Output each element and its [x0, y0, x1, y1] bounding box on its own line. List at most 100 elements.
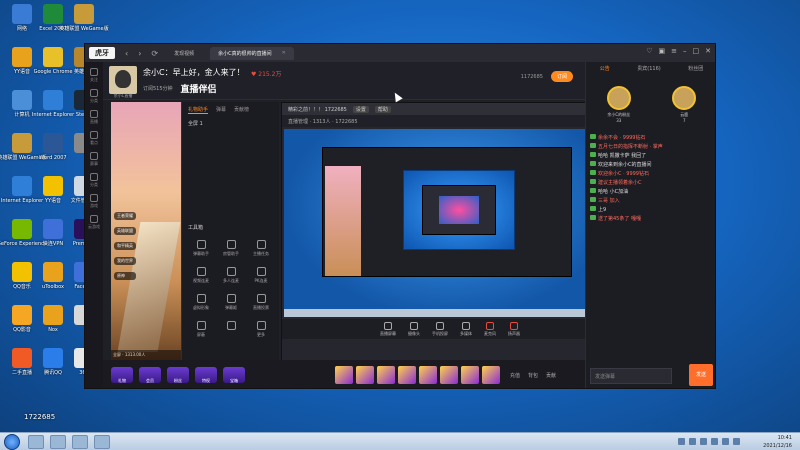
assist-tab[interactable]: 礼物助手	[188, 106, 209, 114]
nested-tool[interactable]: 麦克风	[484, 321, 496, 337]
clock[interactable]: 10:41 2021/12/16	[763, 434, 792, 450]
desktop-icon-image	[43, 176, 63, 196]
desktop-icon-label: QQ音乐	[13, 284, 31, 290]
tab-close-icon[interactable]: ✕	[282, 50, 286, 56]
send-button[interactable]: 发送	[689, 364, 713, 386]
chat-input[interactable]: 发送弹幕	[590, 368, 672, 384]
menu-icon[interactable]: ≡	[671, 47, 677, 55]
tray-icon[interactable]	[689, 438, 696, 445]
video-chip[interactable]: 和平精英	[114, 242, 136, 250]
tool-item[interactable]: 弹幕助手	[186, 240, 216, 257]
video-chip[interactable]: 我的世界	[114, 257, 136, 265]
tool-item[interactable]: 多人连麦	[216, 267, 246, 284]
left-nav-item[interactable]: 关注	[90, 68, 98, 83]
task-icon[interactable]	[50, 435, 66, 449]
nested-tag-settings[interactable]: 设置	[352, 105, 369, 113]
desktop-icon-label: YY语音	[44, 198, 62, 204]
chat-message: 送了第45条了 嘎嘎	[590, 215, 713, 224]
gift-meta-item[interactable]: 贡献	[546, 372, 556, 379]
desktop-icon[interactable]: 英雄联盟 WeGame版	[59, 4, 109, 44]
video-chip[interactable]: 原神	[114, 272, 136, 280]
tool-item[interactable]: 视频连麦	[186, 267, 216, 284]
tool-item[interactable]: 主播任务	[246, 240, 276, 257]
video-preview[interactable]: 王者荣耀 英雄联盟 和平精英 我的世界 原神 全屏 · 1313.00人	[111, 102, 181, 360]
nested-tag-help[interactable]: 帮助	[374, 105, 391, 113]
assist-tab[interactable]: 弹幕	[216, 106, 226, 114]
vip-user[interactable]: 余小C的粉丝 33	[599, 85, 639, 123]
right-tab[interactable]: 公告	[600, 65, 610, 72]
tray-icon[interactable]	[711, 438, 718, 445]
tool-item[interactable]: 虚拟形象	[186, 294, 216, 311]
task-icon[interactable]	[94, 435, 110, 449]
task-icon[interactable]	[28, 435, 44, 449]
tool-label: 主播任务	[253, 251, 269, 256]
tray-icon[interactable]	[733, 438, 740, 445]
nested-title: 精彩之前！！！ 1722685 设置 帮助	[282, 103, 618, 115]
gift-item[interactable]	[356, 366, 374, 384]
desktop-icon-image	[43, 47, 63, 67]
gift-button[interactable]: 特权	[195, 367, 217, 383]
gift-meta-item[interactable]: 充值	[510, 372, 520, 379]
close-icon[interactable]: ✕	[705, 47, 711, 55]
tool-item[interactable]: 屏蔽	[186, 321, 216, 338]
gift-icon[interactable]: ▣	[659, 47, 666, 55]
refresh-icon[interactable]: ⟳	[151, 49, 158, 58]
gift-button[interactable]: 宝箱	[223, 367, 245, 383]
follow-button[interactable]: 订阅	[550, 71, 573, 82]
gift-item[interactable]	[419, 366, 437, 384]
gift-item[interactable]	[482, 366, 500, 384]
tool-item[interactable]: 更多	[246, 321, 276, 338]
mini-video	[325, 166, 361, 276]
nested-tool[interactable]: 多媒体	[460, 321, 472, 337]
avatar[interactable]	[109, 66, 137, 94]
nested-tool[interactable]: 摄像头	[408, 321, 420, 337]
nested-tool[interactable]: 直播屏幕	[380, 321, 396, 337]
left-nav-item[interactable]: 分类	[90, 89, 98, 104]
minimize-icon[interactable]: –	[683, 47, 687, 55]
heart-icon[interactable]: ♡	[646, 47, 652, 55]
left-nav-item[interactable]: 看点	[90, 131, 98, 146]
gift-button[interactable]: 会员	[139, 367, 161, 383]
room-title: 余小C：早上好，金人来了！	[143, 68, 245, 77]
tab-home[interactable]: 发现视频	[166, 47, 202, 60]
tab-live-room[interactable]: 余小C真的很帅的直播间 ✕	[210, 46, 294, 60]
tool-item[interactable]: 弹幕姬	[216, 294, 246, 311]
video-chip[interactable]: 王者荣耀	[114, 212, 136, 220]
start-button[interactable]	[4, 434, 20, 450]
task-icon[interactable]	[72, 435, 88, 449]
left-nav-item[interactable]: 游戏	[90, 194, 98, 209]
video-chip[interactable]: 英雄联盟	[114, 227, 136, 235]
gift-item[interactable]	[377, 366, 395, 384]
left-nav-item[interactable]: 云游戏	[88, 215, 100, 230]
tray-icon[interactable]	[700, 438, 707, 445]
gift-item[interactable]	[398, 366, 416, 384]
left-nav-label: 云游戏	[88, 224, 100, 229]
tray-icon[interactable]	[678, 438, 685, 445]
tool-icon	[196, 321, 206, 330]
maximize-icon[interactable]: □	[693, 47, 700, 55]
right-tab[interactable]: 粉丝团	[688, 65, 703, 72]
nested-tool[interactable]: 手机投屏	[432, 321, 448, 337]
left-nav-item[interactable]: 赛事	[90, 152, 98, 167]
left-nav-item[interactable]: 直播	[90, 110, 98, 125]
assist-tab[interactable]: 贡献榜	[234, 106, 249, 114]
tool-item[interactable]: 直播投票	[246, 294, 276, 311]
tray-icon[interactable]	[722, 438, 729, 445]
gift-button[interactable]: 粉丝	[167, 367, 189, 383]
gift-item[interactable]	[461, 366, 479, 384]
left-nav-item[interactable]: 分类	[90, 173, 98, 188]
gift-item[interactable]	[440, 366, 458, 384]
forward-arrow-icon[interactable]: ›	[138, 49, 141, 58]
nested-tool[interactable]: 扬声器	[508, 321, 520, 337]
desktop-icon-image	[74, 4, 94, 24]
right-tab[interactable]: 贵宾(116)	[637, 65, 660, 72]
desktop-icon-image	[12, 219, 32, 239]
vip-user[interactable]: 云鹿 7	[664, 85, 704, 123]
tool-item[interactable]: PK连麦	[246, 267, 276, 284]
back-arrow-icon[interactable]: ‹	[125, 49, 128, 58]
tool-item[interactable]	[216, 321, 246, 338]
gift-item[interactable]	[335, 366, 353, 384]
tool-item[interactable]: 房管助手	[216, 240, 246, 257]
gift-meta-item[interactable]: 背包	[528, 372, 538, 379]
gift-button[interactable]: 礼物	[111, 367, 133, 383]
